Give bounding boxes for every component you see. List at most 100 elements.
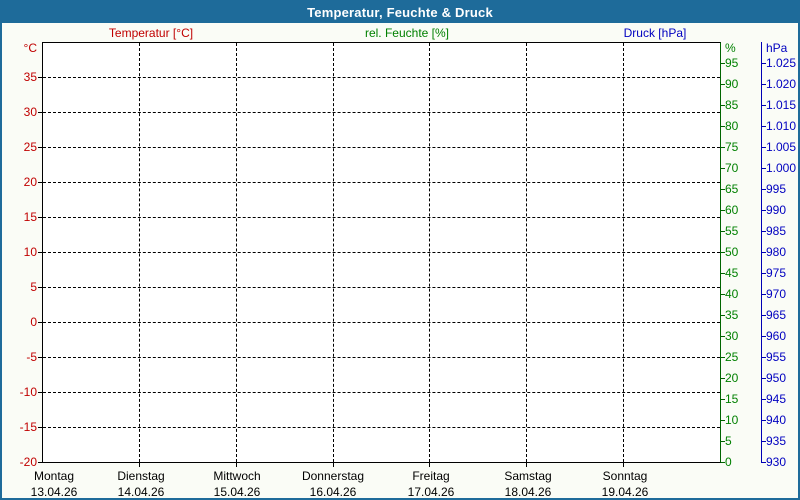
pressure-tick bbox=[762, 357, 766, 358]
temperature-tick-label: -20 bbox=[2, 455, 37, 469]
pressure-tick-label: 970 bbox=[766, 287, 786, 301]
humidity-tick-label: 75 bbox=[725, 140, 738, 154]
x-axis-day-name: Mittwoch bbox=[189, 469, 285, 483]
pressure-tick bbox=[762, 336, 766, 337]
pressure-tick bbox=[762, 168, 766, 169]
pressure-tick-label: 980 bbox=[766, 245, 786, 259]
pressure-tick bbox=[762, 231, 766, 232]
temperature-tick bbox=[38, 252, 42, 253]
pressure-tick-label: 930 bbox=[766, 455, 786, 469]
temperature-tick-label: -5 bbox=[2, 350, 37, 364]
temperature-tick bbox=[38, 357, 42, 358]
pressure-tick bbox=[762, 147, 766, 148]
temperature-tick-label: -15 bbox=[2, 420, 37, 434]
v-gridline bbox=[526, 43, 527, 462]
pressure-tick-label: 950 bbox=[766, 371, 786, 385]
h-gridline bbox=[43, 357, 720, 358]
temperature-tick-label: 25 bbox=[2, 140, 37, 154]
header-humidity: rel. Feuchte [%] bbox=[327, 26, 487, 40]
humidity-tick bbox=[721, 63, 725, 64]
h-gridline bbox=[43, 392, 720, 393]
pressure-tick-label: 1.010 bbox=[766, 119, 796, 133]
temperature-tick-label: 15 bbox=[2, 210, 37, 224]
pressure-tick-label: 990 bbox=[766, 203, 786, 217]
h-gridline bbox=[43, 182, 720, 183]
temperature-tick bbox=[38, 462, 42, 463]
humidity-tick-label: 65 bbox=[725, 182, 738, 196]
pressure-tick bbox=[762, 315, 766, 316]
pressure-tick bbox=[762, 210, 766, 211]
humidity-tick-label: 55 bbox=[725, 224, 738, 238]
pressure-axis-unit: hPa bbox=[766, 41, 787, 55]
x-axis-day-date: 15.04.26 bbox=[189, 485, 285, 499]
x-axis-tick bbox=[623, 463, 624, 467]
pressure-tick bbox=[762, 462, 766, 463]
pressure-tick-label: 945 bbox=[766, 392, 786, 406]
temperature-tick-label: -10 bbox=[2, 385, 37, 399]
pressure-tick bbox=[762, 441, 766, 442]
h-gridline bbox=[43, 217, 720, 218]
x-axis-tick bbox=[429, 463, 430, 467]
app-window: Temperatur, Feuchte & Druck Temperatur [… bbox=[0, 0, 800, 500]
humidity-tick bbox=[721, 273, 725, 274]
humidity-tick-label: 80 bbox=[725, 119, 738, 133]
x-axis-day-name: Donnerstag bbox=[285, 469, 381, 483]
pressure-tick bbox=[762, 399, 766, 400]
humidity-tick bbox=[721, 105, 725, 106]
pressure-tick bbox=[762, 84, 766, 85]
x-axis-day-date: 16.04.26 bbox=[285, 485, 381, 499]
header-pressure: Druck [hPa] bbox=[575, 26, 735, 40]
humidity-tick-label: 40 bbox=[725, 287, 738, 301]
humidity-tick bbox=[721, 126, 725, 127]
humidity-tick-label: 90 bbox=[725, 77, 738, 91]
temperature-tick bbox=[38, 182, 42, 183]
humidity-tick-label: 15 bbox=[725, 392, 738, 406]
temperature-tick bbox=[38, 77, 42, 78]
humidity-tick-label: 35 bbox=[725, 308, 738, 322]
temperature-tick-label: 30 bbox=[2, 105, 37, 119]
pressure-tick-label: 1.000 bbox=[766, 161, 796, 175]
temperature-tick bbox=[38, 112, 42, 113]
pressure-tick bbox=[762, 63, 766, 64]
humidity-tick bbox=[721, 462, 725, 463]
pressure-tick bbox=[762, 378, 766, 379]
temperature-tick bbox=[38, 392, 42, 393]
pressure-tick-label: 1.005 bbox=[766, 140, 796, 154]
humidity-tick-label: 85 bbox=[725, 98, 738, 112]
temperature-axis-unit: °C bbox=[2, 41, 37, 55]
temperature-tick-label: 20 bbox=[2, 175, 37, 189]
temperature-tick bbox=[38, 287, 42, 288]
pressure-tick-label: 975 bbox=[766, 266, 786, 280]
temperature-tick bbox=[38, 427, 42, 428]
x-axis-tick bbox=[236, 463, 237, 467]
humidity-tick bbox=[721, 357, 725, 358]
h-gridline bbox=[43, 252, 720, 253]
x-axis-day-date: 13.04.26 bbox=[6, 485, 102, 499]
pressure-tick bbox=[762, 189, 766, 190]
title-bar: Temperatur, Feuchte & Druck bbox=[2, 2, 798, 23]
x-axis-day-date: 17.04.26 bbox=[383, 485, 479, 499]
humidity-axis-unit: % bbox=[725, 41, 736, 55]
x-axis-day-name: Dienstag bbox=[93, 469, 189, 483]
pressure-tick-label: 1.020 bbox=[766, 77, 796, 91]
humidity-tick bbox=[721, 210, 725, 211]
humidity-tick-label: 10 bbox=[725, 413, 738, 427]
temperature-tick-label: 5 bbox=[2, 280, 37, 294]
humidity-tick bbox=[721, 441, 725, 442]
pressure-tick bbox=[762, 252, 766, 253]
header-temperature: Temperatur [°C] bbox=[71, 26, 231, 40]
humidity-tick-label: 5 bbox=[725, 434, 732, 448]
v-gridline bbox=[139, 43, 140, 462]
x-axis-day-date: 18.04.26 bbox=[480, 485, 576, 499]
humidity-tick bbox=[721, 420, 725, 421]
pressure-tick-label: 965 bbox=[766, 308, 786, 322]
humidity-tick bbox=[721, 189, 725, 190]
humidity-tick bbox=[721, 147, 725, 148]
x-axis-day-name: Sonntag bbox=[577, 469, 673, 483]
window-title: Temperatur, Feuchte & Druck bbox=[307, 5, 493, 20]
humidity-tick-label: 70 bbox=[725, 161, 738, 175]
x-axis-day-date: 14.04.26 bbox=[93, 485, 189, 499]
humidity-tick bbox=[721, 294, 725, 295]
humidity-tick-label: 45 bbox=[725, 266, 738, 280]
v-gridline bbox=[429, 43, 430, 462]
